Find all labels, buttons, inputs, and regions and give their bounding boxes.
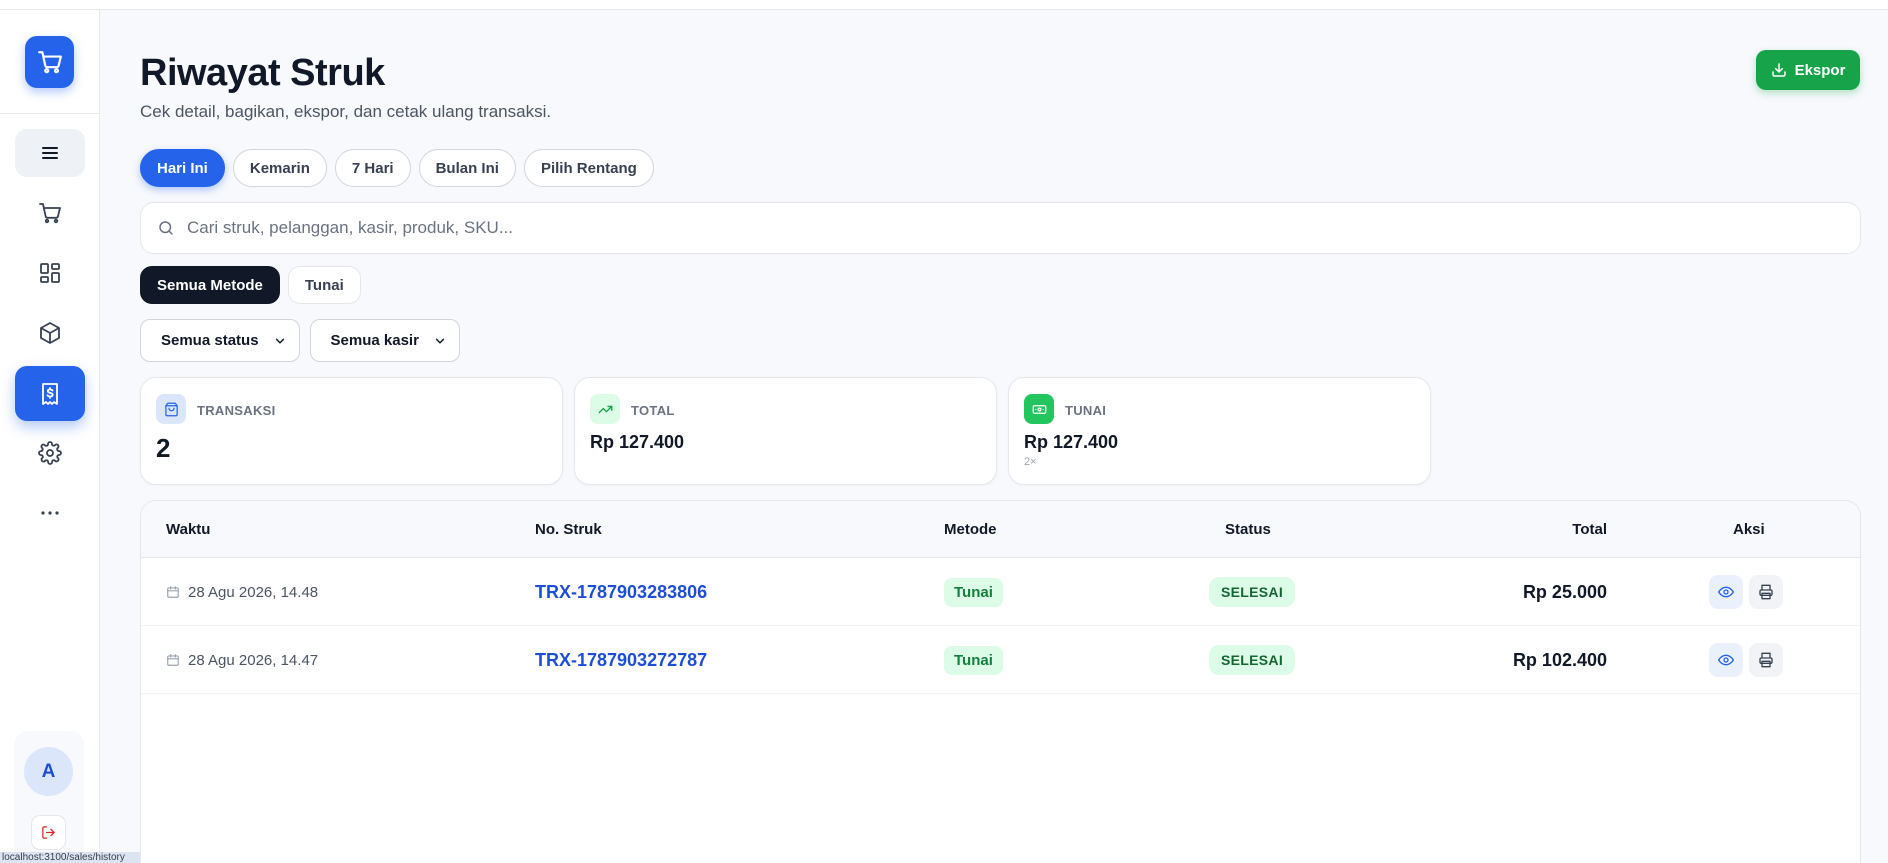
- browser-top-edge: [0, 0, 1888, 10]
- method-cell: Tunai: [944, 558, 1003, 626]
- search-input[interactable]: [187, 218, 1787, 238]
- stat-label: TRANSAKSI: [197, 403, 276, 418]
- method-all[interactable]: Semua Metode: [140, 266, 280, 304]
- row-time: 28 Agu 2026, 14.48: [188, 583, 319, 601]
- stat-value: 2: [156, 433, 171, 463]
- column-header-method[interactable]: Metode: [944, 521, 997, 538]
- view-button[interactable]: [1709, 643, 1743, 677]
- row-total: Rp 25.000: [1522, 581, 1607, 602]
- app-logo[interactable]: [25, 36, 74, 88]
- method-cell: Tunai: [944, 626, 1003, 694]
- status-cell: SELESAI: [1209, 626, 1296, 694]
- dashboard-icon: [40, 263, 60, 283]
- sidebar: A: [0, 10, 100, 863]
- logout-icon: [42, 826, 55, 839]
- table-row[interactable]: 28 Agu 2026, 14.48 TRX-1787903283806 Tun…: [141, 558, 1860, 626]
- date-filter-group: Hari Ini Kemarin 7 Hari Bulan Ini Pilih …: [140, 149, 654, 187]
- row-time: 28 Agu 2026, 14.47: [188, 651, 319, 669]
- column-header-actions: Aksi: [1733, 521, 1765, 538]
- sidebar-item-receipts[interactable]: [15, 366, 85, 421]
- sidebar-item-settings[interactable]: [15, 429, 85, 477]
- stat-card-cash: TUNAI Rp 127.400 2×: [1008, 377, 1431, 485]
- receipt-link[interactable]: TRX-1787903283806: [535, 558, 707, 626]
- menu-icon: [42, 147, 58, 159]
- actions-cell: [1709, 558, 1783, 626]
- print-button[interactable]: [1749, 575, 1783, 609]
- more-icon: [41, 511, 59, 515]
- page-subtitle: Cek detail, bagikan, ekspor, dan cetak u…: [140, 102, 552, 121]
- user-panel: A: [14, 731, 84, 863]
- stat-label: TOTAL: [631, 403, 675, 418]
- search-box: [140, 202, 1861, 254]
- cart-icon: [39, 203, 61, 224]
- eye-icon: [1718, 654, 1734, 666]
- cashier-select-value: Semua kasir: [330, 332, 419, 349]
- search-icon: [159, 221, 173, 235]
- eye-icon: [1718, 586, 1734, 598]
- table-header: Waktu No. Struk Metode Status Total Aksi: [141, 501, 1860, 558]
- stat-value: Rp 127.400: [590, 432, 685, 452]
- sidebar-item-dashboard[interactable]: [15, 249, 85, 297]
- print-button[interactable]: [1749, 643, 1783, 677]
- page-title: Riwayat Struk: [140, 52, 385, 94]
- printer-icon: [1759, 652, 1773, 668]
- date-filter-yesterday[interactable]: Kemarin: [232, 149, 327, 187]
- receipt-icon: [42, 382, 58, 405]
- stat-cards: TRANSAKSI 2 TOTAL Rp 127.400 TUNAI Rp 12…: [140, 377, 1431, 485]
- status-select-value: Semua status: [161, 332, 259, 349]
- receipts-table: Waktu No. Struk Metode Status Total Aksi…: [140, 500, 1861, 863]
- column-header-status[interactable]: Status: [1225, 521, 1271, 538]
- sidebar-divider: [0, 113, 100, 114]
- date-filter-7-days[interactable]: 7 Hari: [334, 149, 411, 187]
- download-icon: [1771, 63, 1786, 77]
- status-select[interactable]: Semua status: [140, 319, 300, 362]
- bag-icon: [156, 394, 186, 424]
- date-filter-custom-range[interactable]: Pilih Rentang: [523, 149, 654, 187]
- time-cell: 28 Agu 2026, 14.48: [166, 558, 318, 626]
- stat-card-total: TOTAL Rp 127.400: [574, 377, 997, 485]
- stat-label: TUNAI: [1065, 403, 1107, 418]
- status-badge: SELESAI: [1209, 577, 1296, 607]
- column-header-receipt-no[interactable]: No. Struk: [535, 521, 602, 538]
- time-cell: 28 Agu 2026, 14.47: [166, 626, 318, 694]
- trend-up-icon: [590, 394, 620, 424]
- cash-icon: [1024, 394, 1054, 424]
- status-cell: SELESAI: [1209, 558, 1296, 626]
- filter-selects: Semua status Semua kasir: [140, 319, 460, 362]
- sidebar-item-more[interactable]: [15, 489, 85, 537]
- sidebar-item-products[interactable]: [15, 309, 85, 357]
- payment-method-filter: Semua Metode Tunai: [140, 266, 361, 304]
- date-filter-this-month[interactable]: Bulan Ini: [418, 149, 516, 187]
- method-cash[interactable]: Tunai: [287, 266, 361, 304]
- column-header-time[interactable]: Waktu: [166, 521, 210, 538]
- cart-logo-icon: [37, 51, 62, 74]
- date-filter-today[interactable]: Hari Ini: [140, 149, 225, 187]
- actions-cell: [1709, 626, 1783, 694]
- export-label: Ekspor: [1794, 61, 1846, 79]
- sidebar-item-cashier[interactable]: [15, 189, 85, 237]
- avatar[interactable]: A: [24, 747, 73, 796]
- box-icon: [40, 322, 60, 344]
- column-header-total[interactable]: Total: [1537, 521, 1607, 538]
- method-badge: Tunai: [944, 577, 1003, 607]
- row-total: Rp 102.400: [1512, 649, 1607, 670]
- chevron-down-icon: [435, 338, 445, 344]
- logout-button[interactable]: [31, 815, 66, 850]
- status-badge: SELESAI: [1209, 645, 1296, 675]
- export-button[interactable]: Ekspor: [1756, 50, 1860, 90]
- menu-toggle-button[interactable]: [15, 129, 85, 177]
- chevron-down-icon: [275, 338, 284, 344]
- calendar-icon: [167, 654, 179, 666]
- settings-icon: [38, 441, 62, 465]
- method-badge: Tunai: [944, 645, 1003, 675]
- calendar-icon: [167, 586, 179, 598]
- printer-icon: [1759, 584, 1773, 600]
- stat-value: Rp 127.400: [1024, 432, 1119, 452]
- stat-card-transactions: TRANSAKSI 2: [140, 377, 563, 485]
- receipt-link[interactable]: TRX-1787903272787: [535, 626, 707, 694]
- table-row[interactable]: 28 Agu 2026, 14.47 TRX-1787903272787 Tun…: [141, 626, 1860, 694]
- cashier-select[interactable]: Semua kasir: [309, 319, 460, 362]
- stat-sub: 2×: [1024, 456, 1037, 468]
- view-button[interactable]: [1709, 575, 1743, 609]
